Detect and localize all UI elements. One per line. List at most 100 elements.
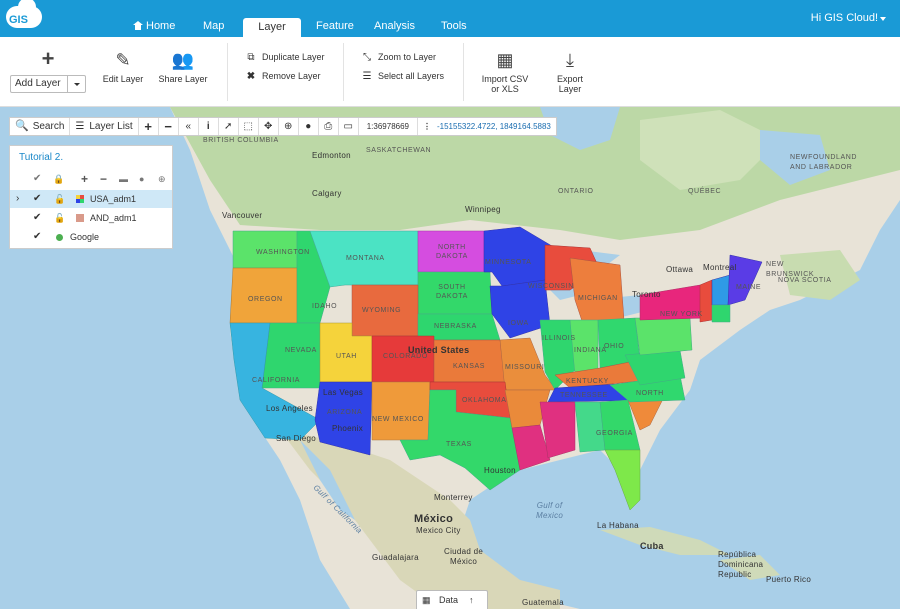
- import-csv-button[interactable]: ▦ Import CSV or XLS: [478, 50, 532, 94]
- export-layer-label: Export: [556, 74, 583, 84]
- map-title[interactable]: Tutorial 2.: [19, 152, 63, 163]
- label-ciudad-2: México: [450, 557, 478, 566]
- scale-readout: 1:36978669: [359, 118, 418, 135]
- zoom-icon[interactable]: ⊕: [158, 170, 166, 188]
- edit-layer-button[interactable]: ✎ Edit Layer: [100, 50, 146, 84]
- data-tab-label: Data: [439, 595, 459, 605]
- folder-icon[interactable]: ▬: [119, 170, 128, 188]
- checkmark-icon[interactable]: ✔: [33, 170, 41, 188]
- layer-name: USA_adm1: [90, 194, 137, 204]
- label-north-dakota-1: NORTH: [438, 244, 466, 251]
- label-vancouver: Vancouver: [222, 211, 263, 220]
- layer-list-label: Layer List: [89, 121, 133, 132]
- collapse-toolbar-button[interactable]: «: [179, 118, 199, 135]
- list-icon: ☰: [75, 121, 85, 132]
- pointer-button[interactable]: ➚: [219, 118, 239, 135]
- pan-button[interactable]: ✥: [259, 118, 279, 135]
- box-select-button[interactable]: ⬚: [239, 118, 259, 135]
- tab-feature[interactable]: Feature: [316, 19, 354, 37]
- add-layer-select[interactable]: Add Layer: [10, 75, 86, 93]
- users-icon: 👥: [171, 50, 195, 70]
- label-la-habana: La Habana: [597, 521, 639, 530]
- layer-row[interactable]: ✔ 🔓 AND_adm1: [10, 209, 172, 227]
- select-all-layers-label: Select all Layers: [378, 71, 445, 81]
- label-arizona: ARIZONA: [327, 409, 363, 416]
- data-tab[interactable]: ▦ Data ↑: [416, 590, 488, 609]
- label-gulf-of-mexico-1: Gulf of: [536, 501, 563, 510]
- tab-map[interactable]: Map: [203, 19, 224, 37]
- label-edmonton: Edmonton: [312, 151, 351, 160]
- pointer-icon: ➚: [224, 121, 233, 132]
- minus-icon[interactable]: −: [100, 170, 107, 188]
- remove-layer-label: Remove Layer: [262, 71, 321, 81]
- zoom-to-layer-button[interactable]: ⤡ Zoom to Layer: [361, 51, 436, 64]
- label-south-dakota: SOUTH DAKOTA: [436, 283, 468, 301]
- zoom-out-button[interactable]: −: [159, 118, 179, 135]
- visibility-check-icon[interactable]: ✔: [33, 209, 41, 227]
- ribbon-divider: [463, 43, 464, 101]
- user-menu-caret-icon[interactable]: [880, 17, 886, 21]
- tab-layer[interactable]: Layer: [243, 18, 301, 37]
- share-layer-button[interactable]: 👥 Share Layer: [156, 50, 210, 84]
- label-dominican-2: Dominicana: [718, 560, 764, 569]
- label-united-states: United States: [408, 345, 470, 355]
- tab-tools[interactable]: Tools: [441, 19, 467, 37]
- zoom-in-button[interactable]: +: [139, 118, 159, 135]
- label-puerto-rico: Puerto Rico: [766, 575, 812, 584]
- label-ciudad-de-mexico: Ciudad de México: [444, 547, 483, 567]
- edit-layer-label: Edit Layer: [102, 74, 144, 84]
- chevron-right-icon[interactable]: ›: [16, 190, 19, 208]
- label-saskatchewan: SASKATCHEWAN: [366, 147, 432, 154]
- layer-panel: Tutorial 2. ✔ 🔒 + − ▬ ● ⊕ › ✔ 🔓 USA_adm1…: [9, 145, 173, 249]
- select-all-layers-button[interactable]: ☰ Select all Layers: [361, 70, 445, 83]
- label-iowa: IOWA: [508, 320, 529, 327]
- label-idaho: IDAHO: [312, 303, 338, 310]
- remove-layer-button[interactable]: ✖ Remove Layer: [245, 70, 321, 83]
- label-oregon: OREGON: [248, 296, 283, 303]
- visibility-check-icon[interactable]: ✔: [33, 190, 41, 208]
- info-icon: i: [206, 121, 210, 132]
- search-button[interactable]: 🔍 Search: [10, 118, 71, 135]
- label-houston: Houston: [484, 466, 516, 475]
- user-icon[interactable]: ●: [139, 170, 144, 188]
- arrow-up-icon: ↑: [469, 595, 474, 605]
- grid-icon: ▦: [422, 595, 431, 605]
- layer-name: Google: [70, 232, 100, 242]
- user-greeting[interactable]: Hi GIS Cloud!: [811, 12, 878, 24]
- label-gulf-of-mexico-2: Mexico: [536, 511, 564, 520]
- measure-button[interactable]: ▭: [339, 118, 359, 135]
- label-las-vegas: Las Vegas: [323, 388, 364, 397]
- label-nova-scotia: NOVA SCOTIA: [778, 277, 832, 284]
- map-toolbar: 🔍 Search ☰ Layer List + − « i ➚ ⬚ ✥ ⊕ ● ⎙ …: [9, 117, 557, 136]
- unlock-icon[interactable]: 🔓: [54, 209, 65, 227]
- tab-analysis[interactable]: Analysis: [374, 19, 415, 37]
- zoom-box-button[interactable]: ⊕: [279, 118, 299, 135]
- globe-button[interactable]: ●: [299, 118, 319, 135]
- visibility-check-icon[interactable]: ✔: [33, 228, 41, 246]
- label-new-york: NEW YORK: [660, 311, 703, 318]
- layer-style-swatch: [76, 214, 84, 222]
- chevron-down-icon[interactable]: [67, 76, 85, 92]
- label-montreal: Montreal: [703, 263, 737, 272]
- layer-list-button[interactable]: ☰ Layer List: [70, 118, 139, 135]
- gis-cloud-logo[interactable]: GIS: [6, 0, 44, 32]
- layer-row[interactable]: › ✔ 🔓 USA_adm1: [10, 190, 172, 208]
- tab-home[interactable]: Home: [133, 19, 175, 37]
- lock-icon[interactable]: 🔒: [53, 170, 64, 188]
- layer-row[interactable]: ✔ Google: [10, 228, 172, 246]
- export-layer-button[interactable]: ⤓ Export Layer: [548, 50, 592, 94]
- add-layer-button[interactable]: +: [36, 48, 60, 73]
- label-south-dakota-2: DAKOTA: [436, 293, 468, 300]
- unlock-icon[interactable]: 🔓: [54, 190, 65, 208]
- label-ontario: ONTARIO: [558, 188, 594, 195]
- label-tennessee: TENNESSEE: [560, 392, 608, 399]
- label-quebec: QUÉBEC: [688, 188, 722, 195]
- duplicate-layer-button[interactable]: ⧉ Duplicate Layer: [245, 51, 324, 64]
- label-north-carolina: NORTH: [636, 390, 664, 397]
- label-calgary: Calgary: [312, 189, 342, 198]
- label-wyoming: WYOMING: [362, 307, 402, 314]
- info-button[interactable]: i: [199, 118, 219, 135]
- plus-icon[interactable]: +: [81, 170, 88, 188]
- print-button[interactable]: ⎙: [319, 118, 339, 135]
- label-south-dakota-1: SOUTH: [438, 284, 466, 291]
